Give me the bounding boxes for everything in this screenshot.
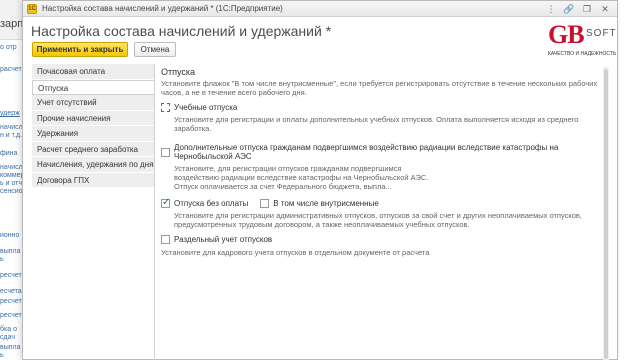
background-link[interactable]: ресчет xyxy=(0,312,22,319)
nav-item-deductions[interactable]: Удержания xyxy=(32,126,154,142)
separate-accounting-label[interactable]: Раздельный учет отпусков xyxy=(174,235,272,244)
study-leave-description: Установите для регистрации и оплаты допо… xyxy=(174,115,579,133)
chernobyl-leave-row: Дополнительные отпуска гражданам подверг… xyxy=(161,143,611,161)
background-link[interactable]: фина xyxy=(0,150,17,157)
link-icon[interactable]: 🔗 xyxy=(563,3,575,15)
study-leave-row: Учебные отпуска xyxy=(161,103,611,112)
separate-accounting-row: Раздельный учет отпусков xyxy=(161,235,611,244)
more-options-icon[interactable]: ⋮ xyxy=(545,3,557,15)
apply-and-close-button[interactable]: Применить и закрыть xyxy=(32,42,128,57)
chernobyl-leave-description: Установите, для регистрации отпусков гра… xyxy=(174,164,429,191)
restore-window-icon[interactable]: ❐ xyxy=(581,3,593,15)
separate-accounting-description: Установите для кадрового учета отпусков … xyxy=(161,248,430,257)
nav-divider xyxy=(154,64,155,360)
settings-nav: Почасовая оплата Отпуска Учет отсутствий… xyxy=(32,64,154,188)
background-link[interactable]: сдач xyxy=(0,334,15,341)
background-link[interactable]: ь xyxy=(0,352,4,359)
unpaid-leave-checkbox[interactable] xyxy=(161,197,170,208)
nav-item-hourly-pay[interactable]: Почасовая оплата xyxy=(32,64,154,80)
background-link[interactable]: сенсио xyxy=(0,188,23,195)
1c-app-icon: 1С xyxy=(27,3,37,14)
nav-item-civil-contracts[interactable]: Договора ГПХ xyxy=(32,172,154,188)
chernobyl-leave-label[interactable]: Дополнительные отпуска гражданам подверг… xyxy=(174,143,611,161)
nav-item-daily-accruals[interactable]: Начисления, удержания по дням xyxy=(32,157,154,173)
background-link[interactable]: ресчет xyxy=(0,272,22,279)
dialog-heading: Настройка состава начислений и удержаний… xyxy=(31,23,332,39)
content-scrollbar[interactable] xyxy=(603,67,609,360)
window-title: Настройка состава начислений и удержаний… xyxy=(42,4,283,13)
nav-item-vacations[interactable]: Отпуска xyxy=(32,79,154,95)
background-link[interactable]: ь и отч xyxy=(0,180,22,187)
background-link[interactable]: выпла xyxy=(0,248,21,255)
nav-item-absence-tracking[interactable]: Учет отсутствий xyxy=(32,95,154,111)
close-icon[interactable]: ✕ xyxy=(599,3,611,15)
cancel-button[interactable]: Отмена xyxy=(134,42,176,57)
study-leave-checkbox[interactable] xyxy=(161,103,170,112)
background-link[interactable]: есчета xyxy=(0,288,22,295)
section-title: Отпуска xyxy=(161,67,196,77)
settings-dialog: 1С Настройка состава начислений и удержа… xyxy=(22,0,618,360)
intrashift-label[interactable]: В том числе внутрисменные xyxy=(273,199,379,208)
background-link[interactable]: ь xyxy=(0,256,4,263)
background-link[interactable]: о отр xyxy=(0,44,17,51)
nav-item-average-earnings[interactable]: Расчет среднего заработка xyxy=(32,141,154,157)
nav-item-other-accruals[interactable]: Прочие начисления xyxy=(32,110,154,126)
logo-brand: GB xyxy=(548,20,585,49)
background-link[interactable]: расчет xyxy=(0,66,22,73)
logo-tagline: КАЧЕСТВО И НАДЕЖНОСТЬ xyxy=(548,51,617,57)
unpaid-leave-description: Установите для регистрации административ… xyxy=(174,211,582,229)
window-titlebar: 1С Настройка состава начислений и удержа… xyxy=(23,1,617,17)
separate-accounting-checkbox[interactable] xyxy=(161,235,170,244)
intrashift-checkbox[interactable] xyxy=(260,199,270,208)
background-link[interactable]: начисл xyxy=(0,124,23,131)
background-link[interactable]: ионно xyxy=(0,232,19,239)
logo-soft: SOFT xyxy=(586,28,617,39)
background-link[interactable]: бка о xyxy=(0,326,17,333)
unpaid-leave-label[interactable]: Отпуска без оплаты xyxy=(174,199,248,208)
unpaid-leave-row: Отпуска без оплаты В том числе внутрисме… xyxy=(161,197,611,208)
background-link[interactable]: н и т.д. xyxy=(0,132,22,139)
gbsoft-logo: GB SOFT КАЧЕСТВО И НАДЕЖНОСТЬ xyxy=(548,20,628,62)
background-link[interactable]: удерж xyxy=(0,110,20,117)
section-description: Установите флажок "В том числе внутрисме… xyxy=(161,79,598,97)
background-link[interactable]: начисл xyxy=(0,164,23,171)
chernobyl-leave-checkbox[interactable] xyxy=(161,147,170,157)
study-leave-label[interactable]: Учебные отпуска xyxy=(174,103,237,112)
background-link[interactable]: выпла xyxy=(0,344,21,351)
scrollbar-thumb[interactable] xyxy=(604,69,608,359)
vacations-panel: Отпуска Установите флажок "В том числе в… xyxy=(161,67,611,257)
